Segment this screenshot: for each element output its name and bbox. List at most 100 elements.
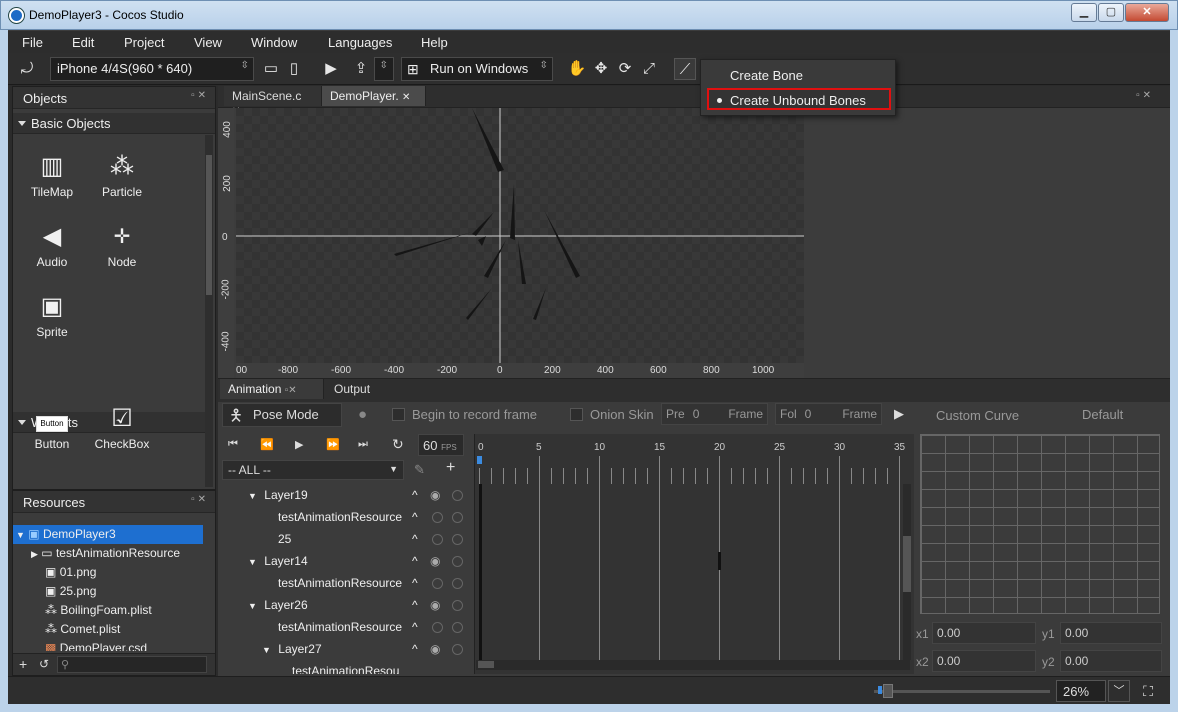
last-frame-icon[interactable]: ⏭ bbox=[358, 438, 368, 451]
refresh-icon[interactable]: ↺ bbox=[39, 657, 49, 671]
playhead-marker[interactable] bbox=[477, 456, 482, 464]
onion-skin-checkbox[interactable] bbox=[570, 408, 583, 421]
lock-icon[interactable] bbox=[452, 644, 463, 655]
menu-file[interactable]: File bbox=[22, 35, 43, 50]
onion-bulb-icon[interactable]: ● bbox=[358, 406, 367, 423]
layer-row[interactable]: testAnimationResource ^ bbox=[218, 572, 472, 594]
minimize-button[interactable]: ▁ bbox=[1071, 3, 1097, 22]
object-sprite[interactable]: ▣ Sprite bbox=[17, 289, 87, 339]
panel-controls-icon[interactable]: ▫✕ bbox=[191, 90, 209, 101]
tree-item[interactable]: ⁂ Comet.plist bbox=[13, 620, 203, 639]
landscape-icon[interactable]: ▭ bbox=[260, 58, 282, 80]
lock-icon[interactable] bbox=[452, 534, 463, 545]
eye-icon[interactable]: ◉ bbox=[430, 594, 440, 616]
tab-output[interactable]: Output bbox=[326, 379, 386, 399]
objects-scrollbar[interactable] bbox=[205, 135, 213, 487]
object-audio[interactable]: ◀ Audio bbox=[17, 219, 87, 269]
lock-toggle-icon[interactable]: ^ bbox=[412, 638, 418, 660]
layer-row[interactable]: testAnimationResou bbox=[218, 660, 468, 674]
lock-icon[interactable] bbox=[452, 556, 463, 567]
run-target-select[interactable]: ⊞ Run on Windows ⇳ bbox=[401, 57, 553, 81]
onion-pre-field[interactable]: Pre 0 Frame bbox=[661, 403, 768, 425]
eye-icon[interactable]: ◉ bbox=[430, 638, 440, 660]
visibility-icon[interactable] bbox=[432, 534, 443, 545]
visibility-icon[interactable] bbox=[432, 512, 443, 523]
menu-help[interactable]: Help bbox=[421, 35, 448, 50]
close-icon[interactable]: ✕ bbox=[402, 92, 410, 103]
lock-icon[interactable] bbox=[452, 622, 463, 633]
curve-preset-select[interactable]: Default bbox=[1082, 407, 1123, 422]
y2-input[interactable]: 0.00 bbox=[1060, 650, 1162, 672]
x1-input[interactable]: 0.00 bbox=[932, 622, 1036, 644]
layer-row[interactable]: ▼ Layer14 ^ ◉ bbox=[218, 550, 468, 572]
lock-toggle-icon[interactable]: ^ bbox=[412, 616, 418, 638]
menu-item-create-unbound-bones[interactable]: Create Unbound Bones bbox=[707, 88, 891, 110]
layer-row[interactable]: ▼ Layer26 ^ ◉ bbox=[218, 594, 468, 616]
timeline-hscrollbar[interactable] bbox=[476, 660, 910, 670]
tree-item-root[interactable]: ▼ ▣ DemoPlayer3 bbox=[13, 525, 203, 544]
layer-row[interactable]: ▼ Layer19 ^ ◉ bbox=[218, 484, 468, 506]
record-frame-checkbox[interactable] bbox=[392, 408, 405, 421]
tree-item[interactable]: ⁂ BoilingFoam.plist bbox=[13, 601, 203, 620]
add-icon[interactable]: + bbox=[19, 656, 27, 672]
publish-icon[interactable]: ⇪ bbox=[350, 58, 372, 80]
zoom-slider[interactable] bbox=[874, 690, 1050, 693]
fit-screen-icon[interactable]: ⛶ bbox=[1138, 681, 1158, 701]
x2-input[interactable]: 0.00 bbox=[932, 650, 1036, 672]
resource-search-input[interactable]: ⚲ bbox=[57, 656, 207, 673]
tab-mainscene[interactable]: MainScene.c ✕ bbox=[224, 86, 322, 117]
play-icon[interactable]: ▶ bbox=[295, 438, 303, 451]
play-marker-icon[interactable]: ▶ bbox=[894, 406, 904, 422]
loop-icon[interactable]: ↻ bbox=[392, 436, 404, 453]
panel-controls-icon[interactable]: ▫✕ bbox=[285, 385, 297, 396]
lock-toggle-icon[interactable]: ^ bbox=[412, 506, 418, 528]
lock-icon[interactable] bbox=[452, 578, 463, 589]
visibility-icon[interactable] bbox=[432, 578, 443, 589]
timeline-vscrollbar[interactable] bbox=[903, 484, 911, 660]
layer-row[interactable]: ▼ Layer27 ^ ◉ bbox=[218, 638, 468, 660]
menu-item-create-bone[interactable]: Create Bone bbox=[703, 65, 893, 87]
add-icon[interactable]: + bbox=[446, 459, 455, 477]
scale-icon[interactable]: ⤢ bbox=[638, 58, 660, 80]
widget-checkbox[interactable]: ☑ CheckBox bbox=[87, 401, 157, 451]
lock-toggle-icon[interactable]: ^ bbox=[412, 594, 418, 616]
object-node[interactable]: ✛ Node bbox=[87, 219, 157, 269]
lock-toggle-icon[interactable]: ^ bbox=[412, 484, 418, 506]
lock-toggle-icon[interactable]: ^ bbox=[412, 572, 418, 594]
portrait-icon[interactable]: ▯ bbox=[283, 58, 305, 80]
keyframe-column[interactable] bbox=[479, 484, 482, 660]
next-frame-icon[interactable]: ⏩ bbox=[326, 438, 340, 451]
panel-controls-icon[interactable]: ▫✕ bbox=[191, 494, 209, 505]
lock-icon[interactable] bbox=[452, 490, 463, 501]
play-icon[interactable]: ▶ bbox=[320, 58, 342, 80]
tree-item[interactable]: ▩ DemoPlayer.csd bbox=[13, 639, 203, 651]
layer-row[interactable]: testAnimationResource ^ bbox=[218, 616, 472, 638]
layer-row[interactable]: 25 ^ bbox=[218, 528, 468, 550]
lock-toggle-icon[interactable]: ^ bbox=[412, 528, 418, 550]
menu-window[interactable]: Window bbox=[251, 35, 297, 50]
keyframe[interactable] bbox=[718, 552, 721, 570]
eye-icon[interactable]: ◉ bbox=[430, 484, 440, 506]
zoom-slider-thumb[interactable] bbox=[883, 684, 893, 698]
bone-tool-icon[interactable]: ⟋ bbox=[674, 58, 696, 80]
menu-edit[interactable]: Edit bbox=[72, 35, 94, 50]
eye-icon[interactable]: ◉ bbox=[430, 550, 440, 572]
tab-animation[interactable]: Animation ▫✕ bbox=[220, 379, 324, 399]
basic-objects-header[interactable]: Basic Objects bbox=[13, 113, 215, 134]
tab-demoplayer[interactable]: DemoPlayer. ✕ bbox=[322, 86, 426, 106]
maximize-button[interactable]: ▢ bbox=[1098, 3, 1124, 22]
lock-icon[interactable] bbox=[452, 600, 463, 611]
scene-canvas[interactable] bbox=[236, 108, 804, 376]
fps-input[interactable]: 60 FPS bbox=[418, 434, 464, 456]
zoom-input[interactable]: 26% bbox=[1056, 680, 1106, 702]
publish-options-select[interactable]: ⇳ bbox=[374, 57, 394, 81]
layer-filter-select[interactable]: -- ALL -- ▼ bbox=[222, 460, 404, 480]
tree-item[interactable]: ▶ ▭ testAnimationResource bbox=[13, 544, 203, 563]
move-icon[interactable]: ✥ bbox=[590, 58, 612, 80]
lock-toggle-icon[interactable]: ^ bbox=[412, 550, 418, 572]
curve-graph[interactable] bbox=[920, 434, 1160, 614]
panel-controls-icon[interactable]: ▫✕ bbox=[1136, 90, 1154, 101]
visibility-icon[interactable] bbox=[432, 622, 443, 633]
rotate-device-icon[interactable]: ⤾ bbox=[16, 58, 38, 80]
hand-icon[interactable]: ✋ bbox=[566, 58, 588, 80]
